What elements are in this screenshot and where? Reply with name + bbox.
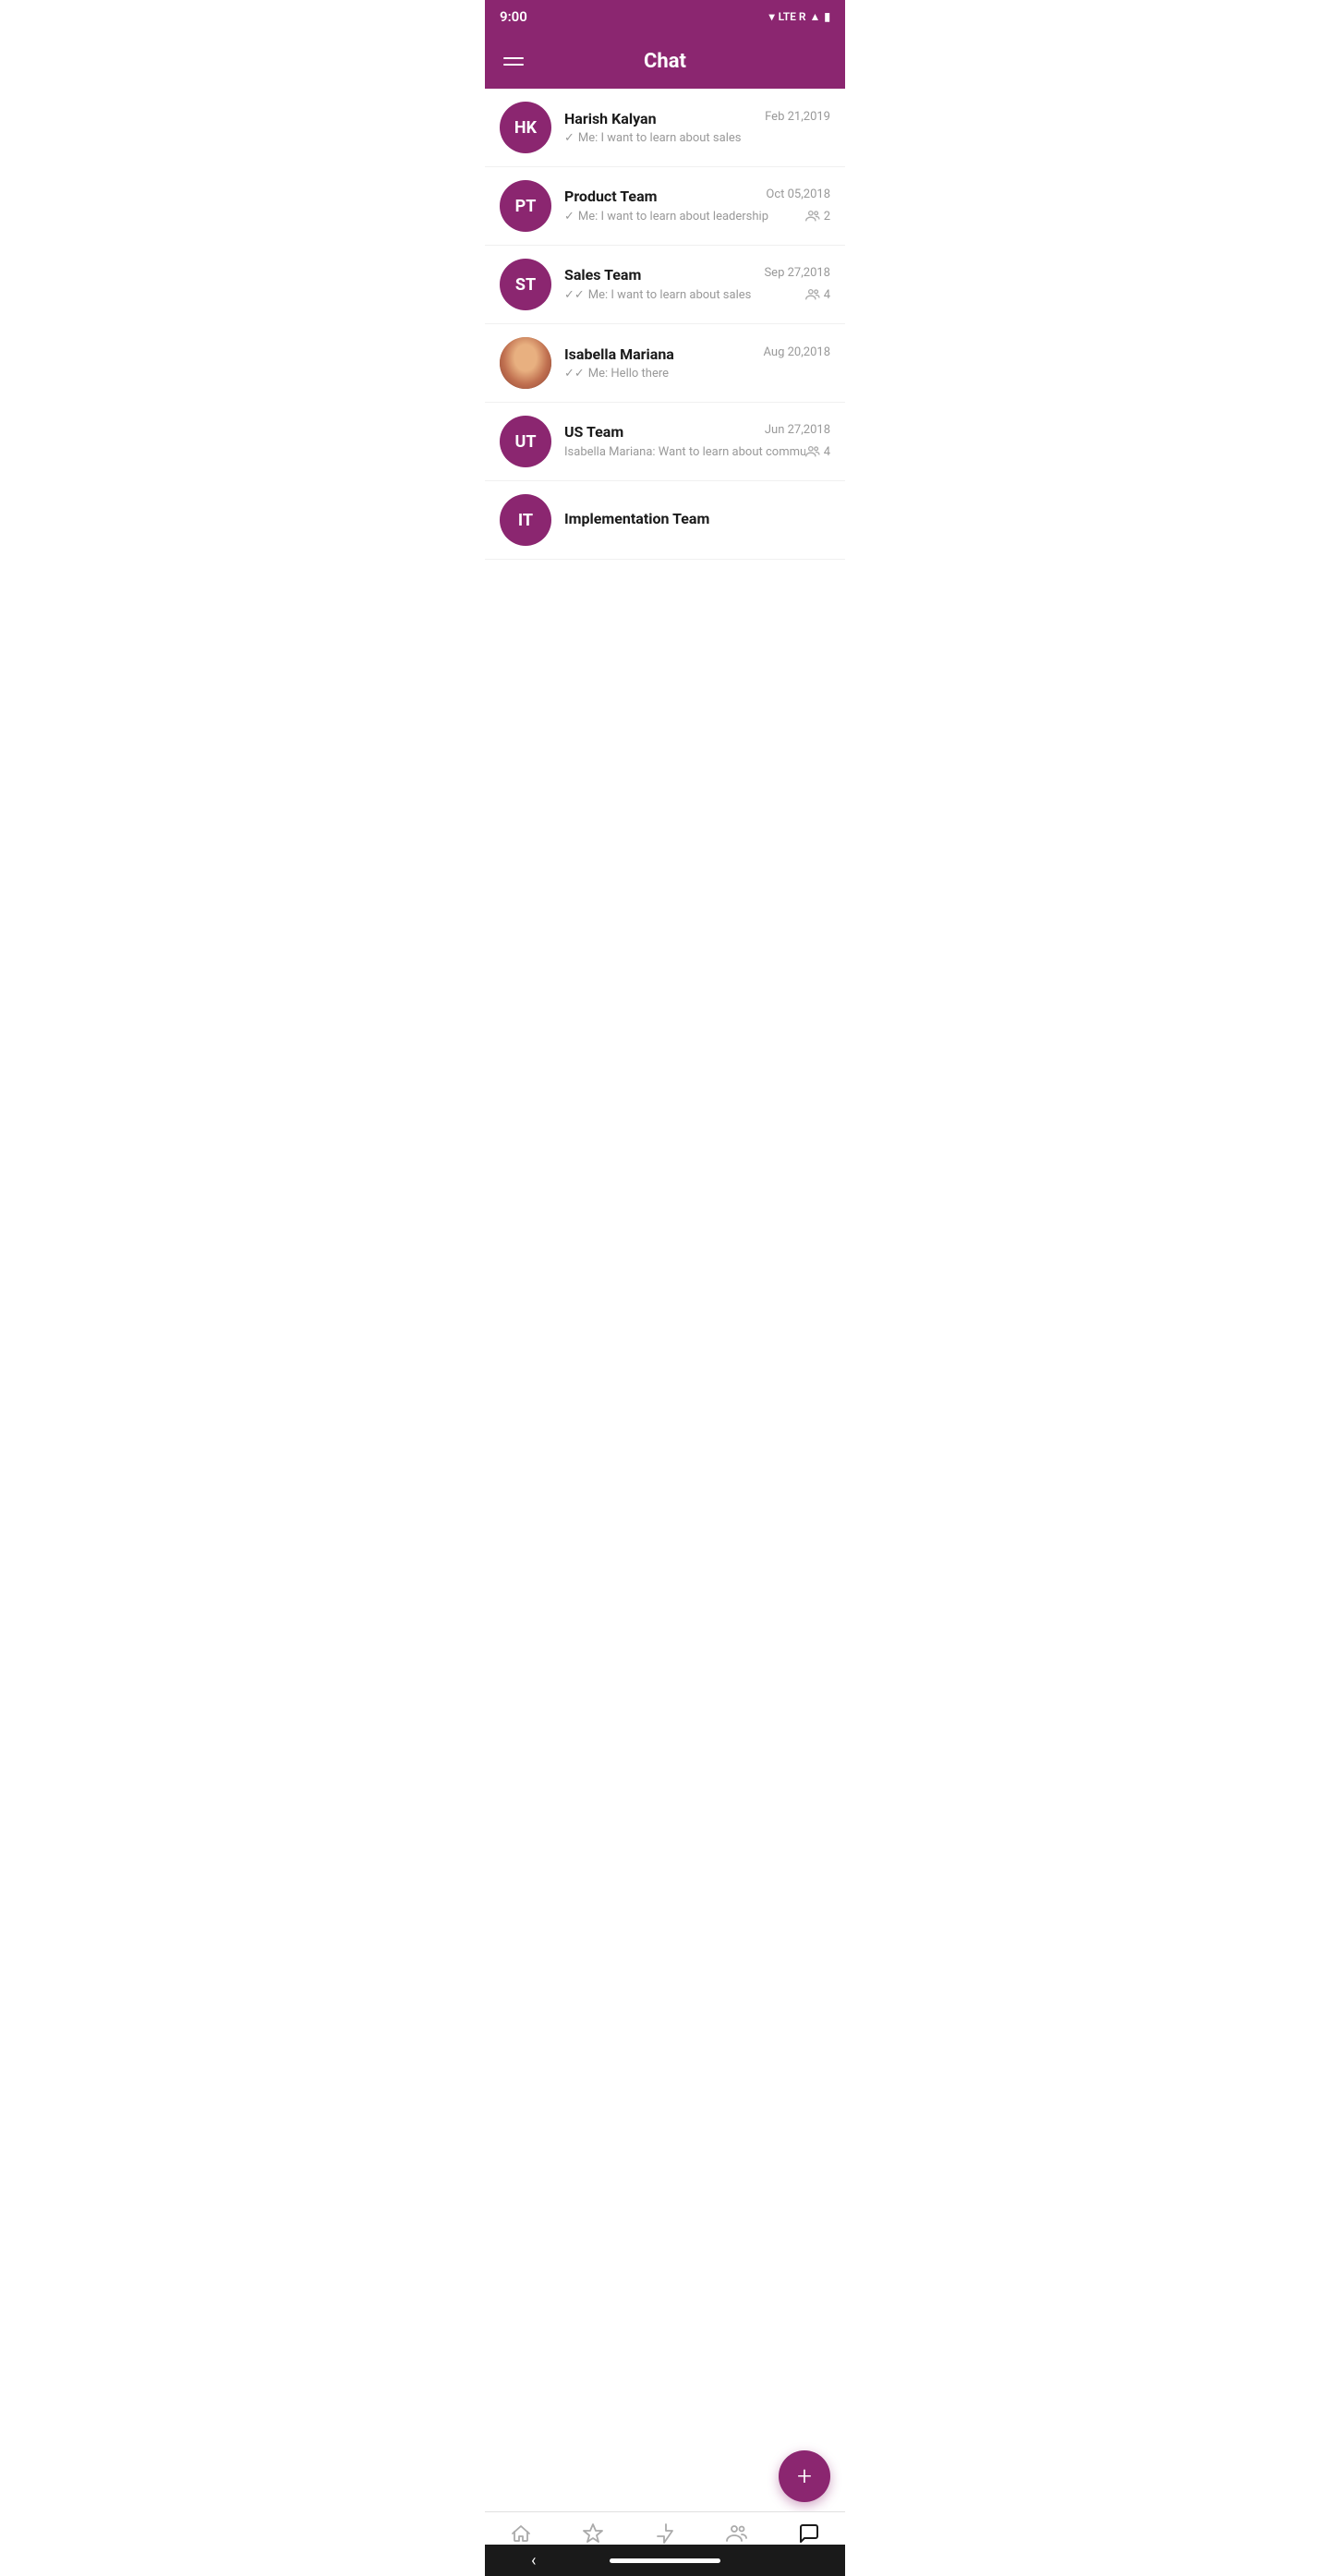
- chat-content-implementation-team: Implementation Team: [564, 510, 830, 531]
- chat-preview-text: Me: Hello there: [588, 367, 669, 381]
- menu-button[interactable]: [500, 54, 527, 69]
- member-count: 4: [805, 444, 830, 461]
- avatar-harish-kalyan: HK: [500, 102, 551, 153]
- chat-preview: ✓✓Me: Hello there: [564, 367, 830, 381]
- chat-preview: Isabella Mariana: Want to learn about co…: [564, 445, 805, 459]
- status-icons: ▾ LTE R ▲ ▮: [769, 10, 830, 23]
- chat-name: Isabella Mariana: [564, 345, 674, 363]
- chat-item-sales-team[interactable]: ST Sales Team Sep 27,2018 ✓✓Me: I want to l…: [485, 246, 845, 324]
- chat-content-us-team: US Team Jun 27,2018 Isabella Mariana: Want…: [564, 423, 830, 461]
- status-time: 9:00: [500, 8, 527, 25]
- member-count-text: 4: [824, 445, 830, 459]
- new-chat-button[interactable]: +: [779, 2450, 830, 2502]
- people-icon: [805, 287, 820, 304]
- chat-content-sales-team: Sales Team Sep 27,2018 ✓✓Me: I want to lea…: [564, 266, 830, 304]
- gesture-pill: [610, 2558, 720, 2563]
- chat-date: Aug 20,2018: [764, 345, 831, 359]
- avatar-product-team: PT: [500, 180, 551, 232]
- chat-item-isabella-mariana[interactable]: Isabella Mariana Aug 20,2018 ✓✓Me: Hello t…: [485, 324, 845, 403]
- app-header: Chat: [485, 33, 845, 89]
- people-icon: [805, 444, 820, 461]
- back-icon[interactable]: ‹: [531, 2551, 536, 2570]
- avatar-us-team: UT: [500, 416, 551, 467]
- chat-name: Harish Kalyan: [564, 110, 657, 127]
- single-check-icon: ✓: [564, 210, 574, 224]
- avatar-initials: UT: [514, 432, 536, 452]
- avatar-initials: IT: [518, 511, 533, 530]
- chat-date: Oct 05,2018: [766, 187, 830, 201]
- chat-date: Sep 27,2018: [764, 266, 830, 280]
- avatar-implementation-team: IT: [500, 494, 551, 546]
- chat-preview-text: Me: I want to learn about sales: [578, 131, 742, 145]
- chat-list: HK Harish Kalyan Feb 21,2019 ✓ Me: I want to…: [485, 89, 845, 656]
- chat-item-product-team[interactable]: PT Product Team Oct 05,2018 ✓ Me: I want to …: [485, 167, 845, 246]
- member-count-text: 2: [824, 210, 830, 224]
- chat-content-isabella-mariana: Isabella Mariana Aug 20,2018 ✓✓Me: Hello t…: [564, 345, 830, 381]
- chat-name: Product Team: [564, 187, 658, 205]
- battery-icon: ▮: [824, 10, 830, 23]
- avatar-sales-team: ST: [500, 259, 551, 310]
- chat-preview-text: Me: I want to learn about sales: [588, 288, 752, 302]
- chat-name: US Team: [564, 423, 623, 441]
- avatar-isabella-mariana: [500, 337, 551, 389]
- double-check-icon: ✓✓: [564, 288, 585, 302]
- chat-content-product-team: Product Team Oct 05,2018 ✓ Me: I want to le…: [564, 187, 830, 225]
- member-count-text: 4: [824, 288, 830, 302]
- chat-date: Feb 21,2019: [765, 110, 830, 124]
- chat-preview: ✓ Me: I want to learn about sales: [564, 131, 830, 145]
- chat-name: Implementation Team: [564, 510, 709, 527]
- chat-item-implementation-team[interactable]: IT Implementation Team: [485, 481, 845, 560]
- chat-item-harish-kalyan[interactable]: HK Harish Kalyan Feb 21,2019 ✓ Me: I want to…: [485, 89, 845, 167]
- signal-bars-icon: ▲: [810, 10, 821, 23]
- page-title: Chat: [644, 50, 686, 73]
- chat-preview: ✓ Me: I want to learn about leadership: [564, 210, 805, 224]
- gesture-bar: ‹: [485, 2545, 845, 2576]
- chat-preview-text: Me: I want to learn about leadership: [578, 210, 768, 224]
- chat-preview: ✓✓Me: I want to learn about sales: [564, 288, 805, 302]
- chat-name: Sales Team: [564, 266, 641, 284]
- lte-label: LTE R: [779, 10, 806, 23]
- plus-icon: +: [797, 2463, 812, 2489]
- avatar-initials: PT: [515, 197, 537, 216]
- chat-item-us-team[interactable]: UT US Team Jun 27,2018 Isabella Mariana: Wa…: [485, 403, 845, 481]
- member-count: 4: [805, 287, 830, 304]
- single-check-icon: ✓: [564, 131, 574, 145]
- chat-preview-text: Isabella Mariana: Want to learn about co…: [564, 445, 805, 459]
- avatar-initials: HK: [514, 118, 537, 138]
- chat-content-harish-kalyan: Harish Kalyan Feb 21,2019 ✓ Me: I want to l…: [564, 110, 830, 145]
- chat-date: Jun 27,2018: [765, 423, 830, 437]
- wifi-icon: ▾: [769, 10, 775, 23]
- double-check-icon: ✓✓: [564, 367, 585, 381]
- avatar-initials: ST: [515, 275, 536, 295]
- people-icon: [805, 209, 820, 225]
- status-bar: 9:00 ▾ LTE R ▲ ▮: [485, 0, 845, 33]
- member-count: 2: [805, 209, 830, 225]
